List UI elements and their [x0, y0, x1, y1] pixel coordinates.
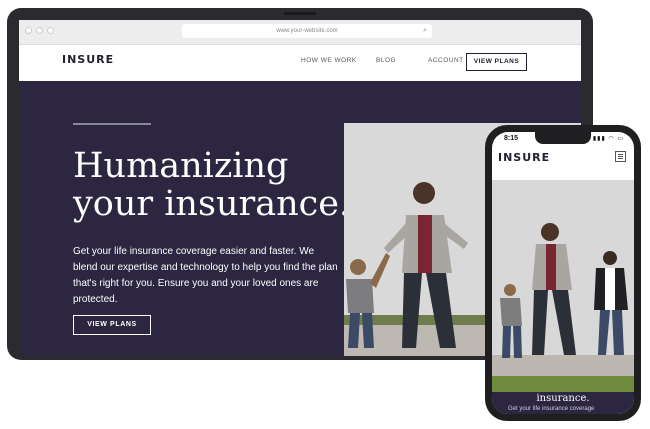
address-bar-url: www.your-website.com	[276, 28, 338, 34]
view-plans-hero-button[interactable]: VIEW PLANS	[73, 315, 151, 335]
nav-link-how-we-work[interactable]: HOW WE WORK	[301, 57, 357, 64]
window-controls	[25, 27, 54, 34]
tablet-camera	[284, 12, 316, 15]
hero-headline-line-1: Humanizing	[73, 146, 289, 186]
phone-site-logo[interactable]: INSURE	[498, 151, 550, 164]
phone-family-photo	[492, 180, 634, 392]
phone-screen: 8:15 ▮▮▮ ◠ ▭ INSURE insurance. Get your …	[492, 132, 634, 414]
phone-hero-section: insurance. Get your life insurance cover…	[492, 392, 634, 414]
site-header: INSURE HOW WE WORK BLOG ACCOUNT VIEW PLA…	[19, 45, 581, 81]
address-bar[interactable]: www.your-website.com ⌕	[182, 24, 432, 38]
hero-headline-line-2: your insurance.	[73, 184, 351, 224]
status-icons: ▮▮▮ ◠ ▭	[592, 136, 624, 142]
window-close-icon[interactable]	[25, 27, 32, 34]
window-maximize-icon[interactable]	[47, 27, 54, 34]
phone-hero-body: Get your life insurance coverage	[508, 406, 595, 412]
site-logo[interactable]: INSURE	[62, 53, 114, 66]
window-minimize-icon[interactable]	[36, 27, 43, 34]
status-time: 8:15	[504, 135, 519, 142]
hero-headline: Humanizing your insurance.	[73, 147, 363, 223]
phone-device: 8:15 ▮▮▮ ◠ ▭ INSURE insurance. Get your …	[485, 125, 641, 421]
phone-hero-headline: insurance.	[536, 393, 590, 404]
hero-body: Get your life insurance coverage easier …	[73, 246, 338, 305]
view-plans-nav-button[interactable]: VIEW PLANS	[466, 53, 527, 71]
nav-link-account[interactable]: ACCOUNT	[428, 57, 464, 64]
browser-toolbar: www.your-website.com ⌕	[19, 20, 581, 45]
hero-divider	[73, 123, 151, 125]
hamburger-menu-icon[interactable]	[615, 151, 626, 162]
phone-notch	[535, 132, 591, 144]
nav-link-blog[interactable]: BLOG	[376, 57, 396, 64]
search-icon[interactable]: ⌕	[423, 24, 427, 38]
